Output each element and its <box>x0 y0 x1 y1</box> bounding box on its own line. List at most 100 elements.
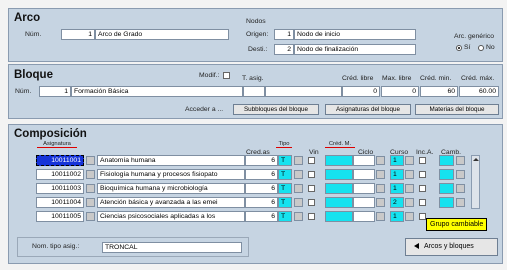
vin-checkbox[interactable] <box>308 199 315 206</box>
nom-tipo-field[interactable]: TRONCAL <box>102 242 242 253</box>
origen-num-field[interactable]: 1 <box>274 29 294 40</box>
scroll-up-icon[interactable] <box>473 158 479 161</box>
ciclo-field[interactable] <box>353 169 375 180</box>
curso-field[interactable]: 1 <box>390 183 404 194</box>
ciclo-field[interactable] <box>353 183 375 194</box>
camb-field[interactable] <box>439 169 454 180</box>
tipo-field[interactable]: T <box>278 211 292 222</box>
credm-field[interactable] <box>325 169 353 180</box>
cred-field[interactable]: 6 <box>245 197 278 208</box>
ciclo-lookup-button[interactable] <box>376 184 385 193</box>
credm-field[interactable] <box>325 197 353 208</box>
tipo-field[interactable]: T <box>278 155 292 166</box>
cred-field[interactable]: 6 <box>245 155 278 166</box>
tipo-field[interactable]: T <box>278 183 292 194</box>
ciclo-lookup-button[interactable] <box>376 156 385 165</box>
cred-libre-field[interactable]: 0 <box>342 86 380 97</box>
curso-lookup-button[interactable] <box>405 156 414 165</box>
modif-checkbox[interactable] <box>223 72 230 79</box>
ciclo-field[interactable] <box>353 211 375 222</box>
tasig-field-1[interactable] <box>243 86 265 97</box>
asignatura-name-field[interactable]: Fisiología humana y procesos fisiopato <box>97 169 245 180</box>
asignatura-lookup-button[interactable] <box>86 156 95 165</box>
curso-lookup-button[interactable] <box>405 198 414 207</box>
curso-field[interactable]: 2 <box>390 197 404 208</box>
cred-field[interactable]: 6 <box>245 183 278 194</box>
asignatura-name-field[interactable]: Anatomía humana <box>97 155 245 166</box>
credm-header: Créd. M. <box>325 141 355 148</box>
tipo-lookup-button[interactable] <box>294 156 303 165</box>
credm-field[interactable] <box>325 211 353 222</box>
tipo-lookup-button[interactable] <box>294 212 303 221</box>
rows-scrollbar[interactable] <box>471 155 480 209</box>
generico-si-radio[interactable] <box>456 45 462 51</box>
cred-field[interactable]: 6 <box>245 211 278 222</box>
bloque-num-field[interactable]: 1 <box>39 86 71 97</box>
ciclo-field[interactable] <box>353 155 375 166</box>
destino-num-field[interactable]: 2 <box>274 44 294 55</box>
vin-checkbox[interactable] <box>308 157 315 164</box>
max-libre-field[interactable]: 0 <box>381 86 419 97</box>
curso-field[interactable]: 1 <box>390 169 404 180</box>
asignatura-lookup-button[interactable] <box>86 198 95 207</box>
materias-button[interactable]: Materias del bloque <box>415 104 499 115</box>
camb-field[interactable] <box>439 155 454 166</box>
asignatura-name-field[interactable]: Atención básica y avanzada a las emei <box>97 197 245 208</box>
inca-checkbox[interactable] <box>419 157 426 164</box>
cred-min-field[interactable]: 60 <box>420 86 458 97</box>
curso-field[interactable]: 1 <box>390 155 404 166</box>
tipo-lookup-button[interactable] <box>294 184 303 193</box>
origen-name-field[interactable]: Nodo de inicio <box>294 29 416 40</box>
asignatura-code-field[interactable]: 10011004 <box>36 197 84 208</box>
asignatura-lookup-button[interactable] <box>86 212 95 221</box>
cred-max-field[interactable]: 60.00 <box>459 86 499 97</box>
arco-name-field[interactable]: Arco de Grado <box>95 29 229 40</box>
asignatura-name-field[interactable]: Bioquímica humana y microbiología <box>97 183 245 194</box>
ciclo-lookup-button[interactable] <box>376 170 385 179</box>
curso-field[interactable]: 1 <box>390 211 404 222</box>
vin-checkbox[interactable] <box>308 171 315 178</box>
asignatura-code-field[interactable]: 10011003 <box>36 183 84 194</box>
camb-lookup-button[interactable] <box>456 184 465 193</box>
vin-checkbox[interactable] <box>308 213 315 220</box>
subbloques-button[interactable]: Subbloques del bloque <box>233 104 319 115</box>
asignatura-code-field[interactable]: 10011005 <box>36 211 84 222</box>
camb-lookup-button[interactable] <box>456 170 465 179</box>
destino-name-field[interactable]: Nodo de finalización <box>294 44 416 55</box>
composicion-panel: Composición Asignatura Cred.as Tipo Vin … <box>8 124 503 264</box>
vin-checkbox[interactable] <box>308 185 315 192</box>
generico-no-radio[interactable] <box>478 45 484 51</box>
curso-lookup-button[interactable] <box>405 170 414 179</box>
camb-field[interactable] <box>439 197 454 208</box>
asignatura-code-field[interactable]: 10011002 <box>36 169 84 180</box>
bloque-name-field[interactable]: Formación Básica <box>71 86 243 97</box>
camb-lookup-button[interactable] <box>456 198 465 207</box>
arcos-bloques-button[interactable]: Arcos y bloques <box>405 238 498 256</box>
asignaturas-button[interactable]: Asignaturas del bloque <box>325 104 411 115</box>
arco-num-field[interactable]: 1 <box>61 29 95 40</box>
camb-field[interactable] <box>439 183 454 194</box>
asignatura-lookup-button[interactable] <box>86 170 95 179</box>
cred-field[interactable]: 6 <box>245 169 278 180</box>
camb-lookup-button[interactable] <box>456 156 465 165</box>
inca-checkbox[interactable] <box>419 199 426 206</box>
ciclo-lookup-button[interactable] <box>376 212 385 221</box>
credm-field[interactable] <box>325 155 353 166</box>
asignatura-name-field[interactable]: Ciencias psicosociales aplicadas a los <box>97 211 245 222</box>
curso-lookup-button[interactable] <box>405 184 414 193</box>
tipo-field[interactable]: T <box>278 169 292 180</box>
tipo-field[interactable]: T <box>278 197 292 208</box>
ciclo-field[interactable] <box>353 197 375 208</box>
arcos-bloques-label: Arcos y bloques <box>424 243 474 250</box>
tipo-lookup-button[interactable] <box>294 170 303 179</box>
curso-lookup-button[interactable] <box>405 212 414 221</box>
asignatura-lookup-button[interactable] <box>86 184 95 193</box>
tasig-field-2[interactable] <box>265 86 342 97</box>
inca-checkbox[interactable] <box>419 213 426 220</box>
ciclo-lookup-button[interactable] <box>376 198 385 207</box>
inca-checkbox[interactable] <box>419 171 426 178</box>
tipo-lookup-button[interactable] <box>294 198 303 207</box>
inca-checkbox[interactable] <box>419 185 426 192</box>
credm-field[interactable] <box>325 183 353 194</box>
asignatura-code-field[interactable]: 10011001 <box>36 155 84 166</box>
